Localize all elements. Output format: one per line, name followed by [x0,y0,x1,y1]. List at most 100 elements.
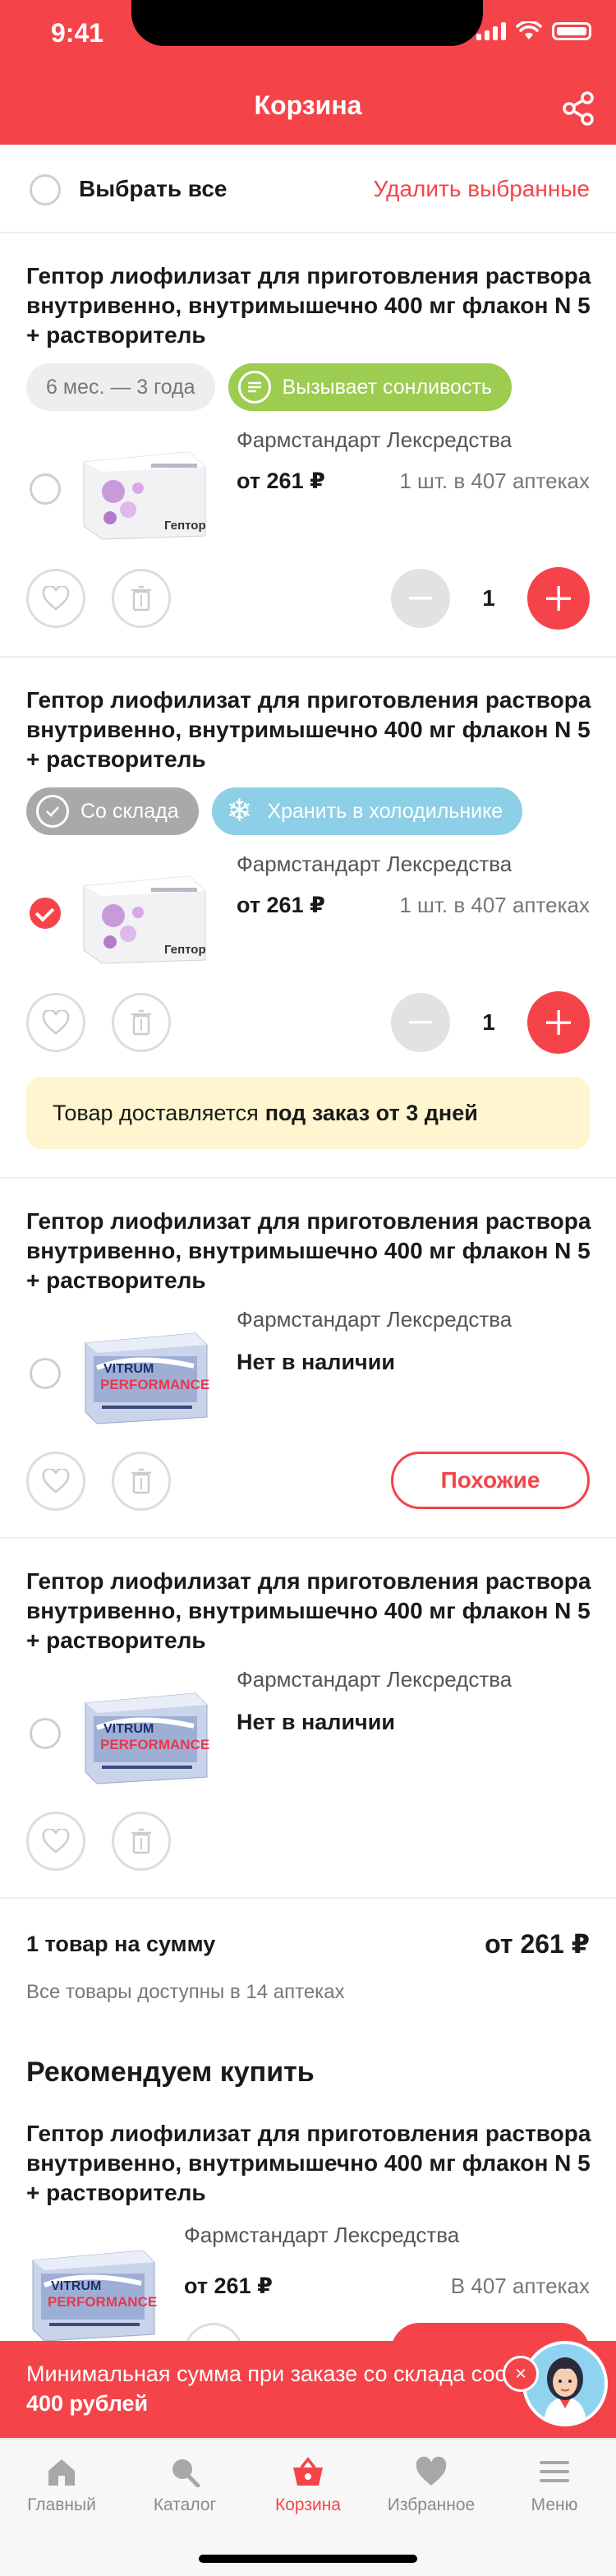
trash-icon [131,1468,151,1494]
decrease-qty-button[interactable] [391,993,450,1052]
svg-text:PERFORMANCE: PERFORMANCE [100,1377,209,1392]
price: от 261 ₽ [237,893,325,917]
svg-text:PERFORMANCE: PERFORMANCE [100,1737,209,1752]
battery-icon [552,22,591,40]
summary-label: 1 товар на сумму [26,1932,216,1956]
decrease-qty-button[interactable] [391,569,450,628]
box-label: Гептор [164,519,206,533]
increase-qty-button[interactable] [527,991,590,1054]
select-all-row: Выбрать все Удалить выбранные [0,145,616,233]
svg-text:VITRUM: VITRUM [103,1362,154,1376]
item-checkbox[interactable] [30,898,61,929]
cart-item: Гептор лиофилизат для приготовления раст… [0,1179,616,1539]
heart-icon [42,1829,70,1854]
minus-icon [409,1021,432,1024]
manufacturer: Фармстандарт Лексредства [237,1667,513,1692]
share-icon[interactable] [560,90,596,127]
manufacturer: Фармстандарт Лексредства [237,427,513,452]
drowsiness-tag: Вызывает сонливость [228,363,512,411]
out-of-stock-label: Нет в наличии [237,1350,395,1374]
tab-home[interactable]: Главный [0,2456,123,2515]
favorite-button[interactable] [26,1452,85,1511]
status-icons [476,21,591,41]
select-all-label[interactable]: Выбрать все [79,176,227,202]
svg-text:VITRUM: VITRUM [103,1722,154,1736]
minus-icon [409,597,432,600]
age-tag: 6 мес. — 3 года [26,363,215,411]
svg-text:PERFORMANCE: PERFORMANCE [48,2294,157,2310]
increase-qty-button[interactable] [527,567,590,630]
delivery-notice: Товар доставляется под заказ от 3 дней [26,1077,590,1149]
recommend-product-image[interactable]: VITRUM PERFORMANCE [26,2237,158,2343]
item-checkbox[interactable] [30,473,61,505]
device-notch [131,0,483,46]
drowsiness-icon [237,371,271,404]
heart-icon [42,1469,70,1493]
tab-cart[interactable]: Корзина [246,2456,370,2515]
item-checkbox[interactable] [30,1358,61,1389]
similar-button[interactable]: Похожие [391,1452,590,1509]
product-tags: Со склада ❄ Хранить в холодильнике [26,787,523,835]
plus-icon [546,586,571,611]
item-checkbox[interactable] [30,1718,61,1749]
heart-icon [42,1010,70,1035]
signal-icon [476,22,506,40]
close-chat-icon[interactable]: ✕ [503,2356,539,2392]
refrigerate-tag: ❄ Хранить в холодильнике [211,787,523,835]
product-title[interactable]: Гептор лиофилизат для приготовления раст… [26,261,593,350]
availability: 1 шт. в 407 аптеках [399,893,590,917]
availability: 1 шт. в 407 аптеках [399,469,590,493]
favorite-button[interactable] [26,569,85,628]
status-time: 9:41 [51,18,104,48]
recommend-price: от 261 ₽ [184,2274,273,2298]
trash-icon [131,1828,151,1854]
wifi-icon [516,21,542,39]
snowflake-icon: ❄ [226,794,253,829]
recommend-heading: Рекомендуем купить [26,2057,315,2088]
svg-text:VITRUM: VITRUM [51,2279,101,2293]
price: от 261 ₽ [237,469,325,493]
quantity: 1 [482,1009,495,1035]
product-image[interactable]: Гептор [79,437,210,542]
tab-menu[interactable]: Меню [493,2456,616,2515]
trash-icon [131,1009,151,1036]
product-title[interactable]: Гептор лиофилизат для приготовления раст… [26,1207,593,1295]
check-circle-icon [36,795,69,828]
assistant-avatar-icon [526,2344,605,2423]
product-image[interactable]: Гептор [79,861,210,967]
summary-total: от 261 ₽ [485,1929,590,1959]
product-image[interactable]: VITRUM PERFORMANCE [79,1320,210,1425]
manufacturer: Фармстандарт Лексредства [237,1307,513,1332]
recommend-product-title[interactable]: Гептор лиофилизат для приготовления раст… [26,2119,593,2208]
home-icon [48,2459,75,2486]
favorite-button[interactable] [26,993,85,1052]
favorite-button[interactable] [26,1812,85,1871]
tab-catalog[interactable]: Каталог [123,2456,246,2515]
page-title: Корзина [254,90,362,120]
basket-icon [293,2457,323,2486]
app-header: 9:41 Корзина [0,0,616,145]
home-indicator [199,2555,417,2563]
trash-icon [131,585,151,612]
manufacturer: Фармстандарт Лексредства [237,852,513,876]
tab-favorites[interactable]: Избранное [370,2456,493,2515]
search-icon [172,2459,200,2487]
select-all-checkbox[interactable] [30,174,61,205]
delete-button[interactable] [112,1812,171,1871]
delete-selected-button[interactable]: Удалить выбранные [374,176,590,202]
plus-icon [546,1010,571,1035]
cart-item: Гептор лиофилизат для приготовления раст… [0,1539,616,1899]
delete-button[interactable] [112,1452,171,1511]
summary-pharmacies: Все товары доступны в 14 аптеках [26,1981,345,2003]
heart-icon [416,2456,447,2486]
heart-icon [42,586,70,611]
product-title[interactable]: Гептор лиофилизат для приготовления раст… [26,686,593,774]
delete-button[interactable] [112,993,171,1052]
product-title[interactable]: Гептор лиофилизат для приготовления раст… [26,1567,593,1655]
product-image[interactable]: VITRUM PERFORMANCE [79,1680,210,1785]
recommend-manufacturer: Фармстандарт Лексредства [184,2223,460,2247]
delete-button[interactable] [112,569,171,628]
warehouse-tag: Со склада [26,787,199,835]
quantity: 1 [482,585,495,611]
cart-item: Гептор лиофилизат для приготовления раст… [0,658,616,1179]
